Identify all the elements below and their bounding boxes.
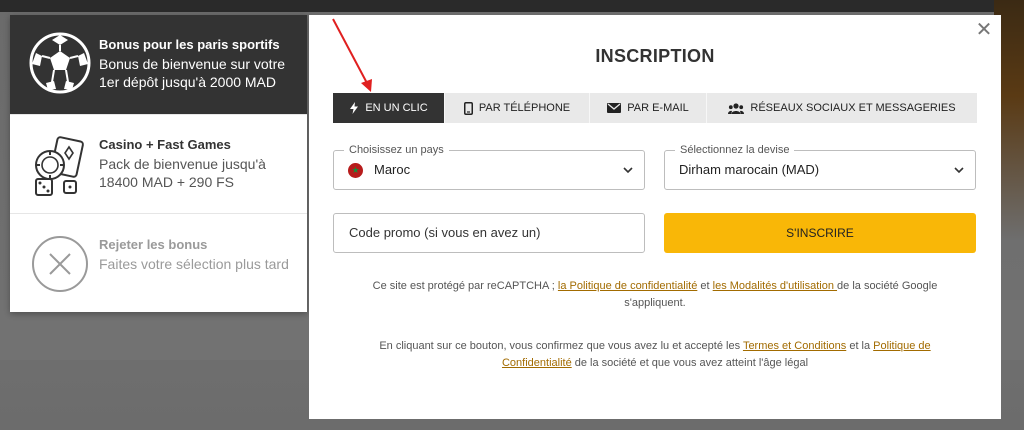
lightning-icon: [350, 102, 359, 114]
bonus-title: Casino + Fast Games: [99, 137, 231, 152]
tab-phone[interactable]: PAR TÉLÉPHONE: [445, 93, 590, 123]
bonus-description: Bonus de bienvenue sur votre 1er dépôt j…: [99, 56, 286, 90]
bonus-option-reject[interactable]: Rejeter les bonus Faites votre sélection…: [10, 213, 307, 312]
registration-tabs: EN UN CLIC PAR TÉLÉPHONE PAR E-MAIL RÉSE…: [333, 93, 977, 123]
bonus-panel: Bonus pour les paris sportifs Bonus de b…: [10, 15, 307, 312]
register-button[interactable]: S'INSCRIRE: [664, 213, 976, 253]
google-privacy-link[interactable]: la Politique de confidentialité: [558, 280, 697, 292]
bonus-option-sports[interactable]: Bonus pour les paris sportifs Bonus de b…: [10, 15, 307, 114]
close-icon[interactable]: ✕: [973, 19, 995, 41]
bonus-option-casino[interactable]: Casino + Fast Games Pack de bienvenue ju…: [10, 114, 307, 213]
bonus-description: Pack de bienvenue jusqu'à 18400 MAD + 29…: [99, 156, 266, 190]
country-value: Maroc: [374, 162, 411, 177]
close-circle-icon: [32, 236, 88, 292]
country-select[interactable]: Choisissez un pays ★ Maroc: [333, 143, 645, 190]
registration-modal: ✕ INSCRIPTION EN UN CLIC PAR TÉLÉPHONE P…: [309, 15, 1001, 419]
terms-conditions-link[interactable]: Termes et Conditions: [743, 340, 846, 352]
tab-email[interactable]: PAR E-MAIL: [590, 93, 707, 123]
tab-one-click[interactable]: EN UN CLIC: [333, 93, 445, 123]
recaptcha-notice: Ce site est protégé par reCAPTCHA ; la P…: [372, 280, 938, 309]
bonus-title: Rejeter les bonus: [99, 237, 208, 252]
currency-value: Dirham marocain (MAD): [679, 162, 820, 177]
chevron-down-icon: [623, 167, 633, 174]
users-icon: [728, 102, 745, 114]
modal-title: INSCRIPTION: [595, 46, 715, 66]
tab-label: EN UN CLIC: [365, 102, 428, 114]
red-arrow-annotation: [332, 18, 372, 92]
envelope-icon: [607, 103, 622, 113]
soccer-ball-icon: [29, 32, 91, 94]
promo-code-input[interactable]: Code promo (si vous en avez un): [333, 213, 645, 253]
phone-icon: [463, 101, 473, 115]
country-select-label: Choisissez un pays: [344, 143, 449, 157]
tab-label: PAR E-MAIL: [627, 102, 689, 114]
google-terms-link[interactable]: les Modalités d'utilisation: [713, 280, 837, 292]
consent-notice: En cliquant sur ce bouton, vous confirme…: [379, 340, 931, 369]
chevron-down-icon: [954, 167, 964, 174]
tab-label: PAR TÉLÉPHONE: [478, 102, 571, 114]
tab-label: RÉSEAUX SOCIAUX ET MESSAGERIES: [750, 102, 956, 114]
currency-select-label: Sélectionnez la devise: [675, 143, 795, 157]
bonus-description: Faites votre sélection plus tard: [99, 256, 289, 272]
bonus-title: Bonus pour les paris sportifs: [99, 37, 280, 52]
morocco-flag-icon: ★: [348, 163, 363, 178]
currency-select[interactable]: Sélectionnez la devise Dirham marocain (…: [664, 143, 976, 190]
tab-social[interactable]: RÉSEAUX SOCIAUX ET MESSAGERIES: [707, 93, 977, 123]
casino-chips-cards-icon: [35, 136, 84, 196]
